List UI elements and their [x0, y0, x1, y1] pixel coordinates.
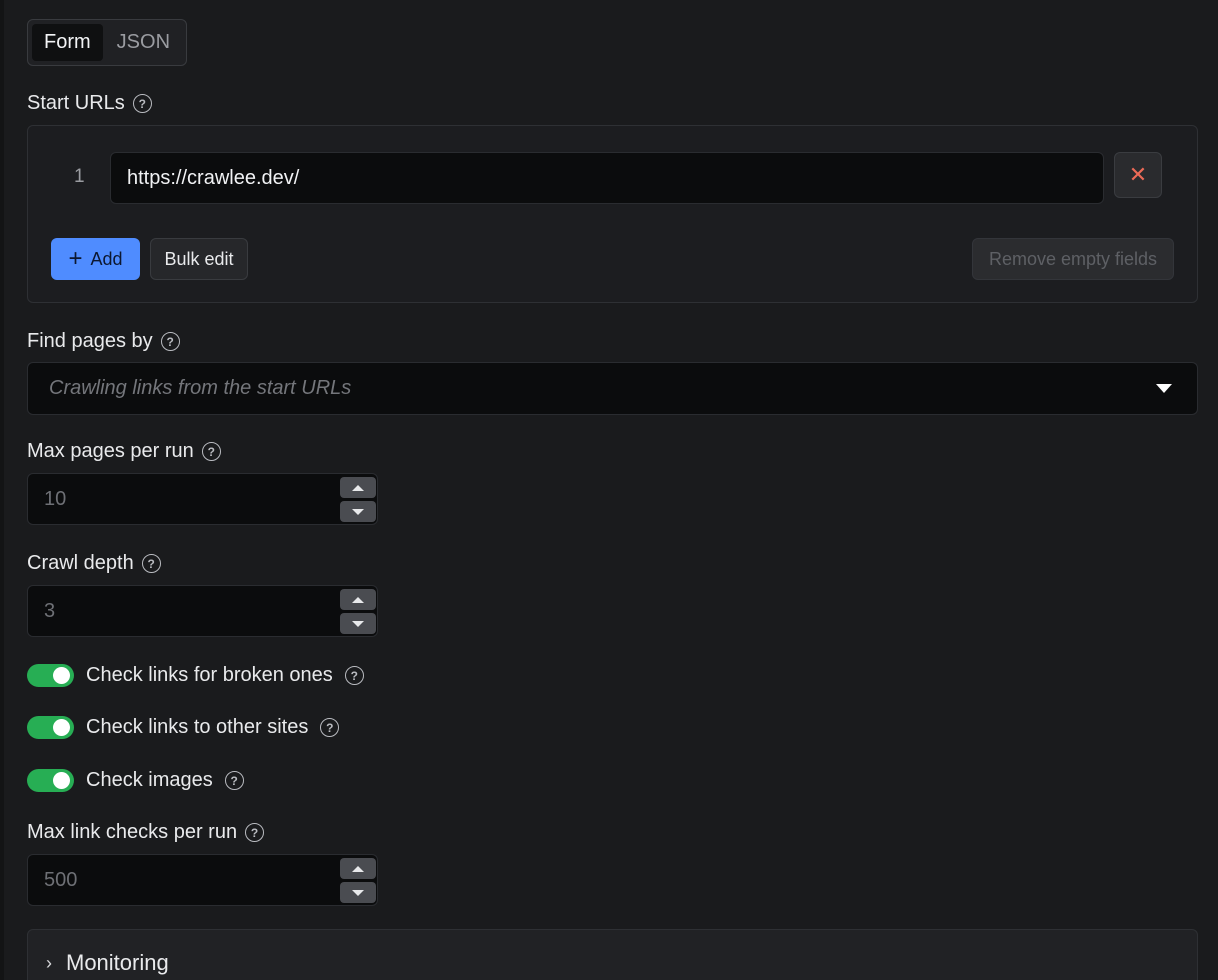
crawl-depth-input[interactable]	[28, 586, 328, 636]
caret-up-icon	[352, 865, 364, 872]
help-icon[interactable]: ?	[224, 771, 244, 790]
caret-down-icon	[352, 508, 364, 515]
check-external-links-toggle[interactable]	[27, 716, 74, 739]
caret-down-icon	[352, 889, 364, 896]
start-url-input[interactable]	[110, 152, 1104, 204]
max-link-checks-field	[27, 854, 378, 906]
max-link-checks-input[interactable]	[28, 855, 328, 905]
check-external-links-row: Check links to other sites ?	[27, 716, 340, 739]
crawl-depth-stepper	[340, 589, 376, 635]
max-pages-field	[27, 473, 378, 525]
plus-icon: +	[68, 245, 83, 272]
caret-up-icon	[352, 484, 364, 491]
tab-json[interactable]: JSON	[105, 24, 182, 61]
check-images-label: Check images	[86, 769, 213, 791]
decrement-button[interactable]	[340, 613, 376, 634]
remove-empty-fields-button[interactable]: Remove empty fields	[972, 238, 1174, 280]
add-url-button[interactable]: + Add	[51, 238, 140, 280]
max-pages-stepper	[340, 477, 376, 523]
chevron-right-icon: ›	[46, 953, 52, 973]
check-broken-links-label: Check links for broken ones	[86, 664, 333, 686]
increment-button[interactable]	[340, 477, 376, 498]
find-pages-select[interactable]: Crawling links from the start URLs	[27, 362, 1198, 415]
decrement-button[interactable]	[340, 882, 376, 903]
max-pages-label-text: Max pages per run	[27, 440, 194, 462]
help-icon[interactable]: ?	[245, 823, 265, 842]
toggle-knob	[53, 772, 70, 789]
caret-up-icon	[352, 596, 364, 603]
help-icon[interactable]: ?	[141, 554, 161, 573]
close-icon: ✕	[1128, 162, 1148, 187]
url-row-index: 1	[74, 166, 85, 187]
check-external-links-label: Check links to other sites	[86, 716, 309, 738]
left-divider	[0, 0, 4, 980]
url-row: 1 ✕	[28, 152, 1197, 204]
check-broken-links-toggle[interactable]	[27, 664, 74, 687]
check-broken-links-row: Check links for broken ones ?	[27, 664, 364, 687]
bulk-edit-button[interactable]: Bulk edit	[150, 238, 248, 280]
help-icon[interactable]: ?	[320, 718, 340, 737]
start-urls-box: 1 ✕ + Add Bulk edit Remove empty fields	[27, 125, 1198, 303]
crawl-depth-label: Crawl depth ?	[27, 552, 161, 575]
decrement-button[interactable]	[340, 501, 376, 522]
help-icon[interactable]: ?	[132, 94, 152, 113]
max-pages-label: Max pages per run ?	[27, 440, 221, 463]
help-icon[interactable]: ?	[344, 666, 364, 685]
start-urls-label: Start URLs ?	[27, 92, 152, 115]
editor-mode-tabs: Form JSON	[27, 19, 188, 66]
crawl-depth-field	[27, 585, 378, 637]
help-icon[interactable]: ?	[160, 332, 180, 351]
url-actions: + Add Bulk edit Remove empty fields	[51, 238, 1174, 280]
increment-button[interactable]	[340, 858, 376, 879]
add-url-button-label: Add	[90, 248, 123, 269]
caret-down-icon	[1156, 384, 1172, 393]
toggle-knob	[53, 719, 70, 736]
input-form-page: Form JSON Start URLs ? 1 ✕ + Add Bulk ed…	[0, 0, 1218, 980]
max-pages-input[interactable]	[28, 474, 328, 524]
start-urls-label-text: Start URLs	[27, 92, 125, 114]
monitoring-section-header[interactable]: › Monitoring	[27, 929, 1198, 980]
increment-button[interactable]	[340, 589, 376, 610]
find-pages-label: Find pages by ?	[27, 330, 180, 353]
help-icon[interactable]: ?	[201, 442, 221, 461]
monitoring-title: Monitoring	[66, 950, 169, 975]
max-link-checks-label-text: Max link checks per run	[27, 821, 238, 843]
toggle-knob	[53, 667, 70, 684]
find-pages-label-text: Find pages by	[27, 330, 153, 352]
crawl-depth-label-text: Crawl depth	[27, 552, 134, 574]
remove-url-button[interactable]: ✕	[1114, 152, 1162, 198]
max-link-checks-label: Max link checks per run ?	[27, 821, 265, 844]
check-images-toggle[interactable]	[27, 769, 74, 792]
check-images-row: Check images ?	[27, 769, 244, 792]
caret-down-icon	[352, 620, 364, 627]
tab-form[interactable]: Form	[32, 24, 103, 61]
find-pages-placeholder: Crawling links from the start URLs	[49, 377, 352, 399]
max-link-checks-stepper	[340, 858, 376, 904]
